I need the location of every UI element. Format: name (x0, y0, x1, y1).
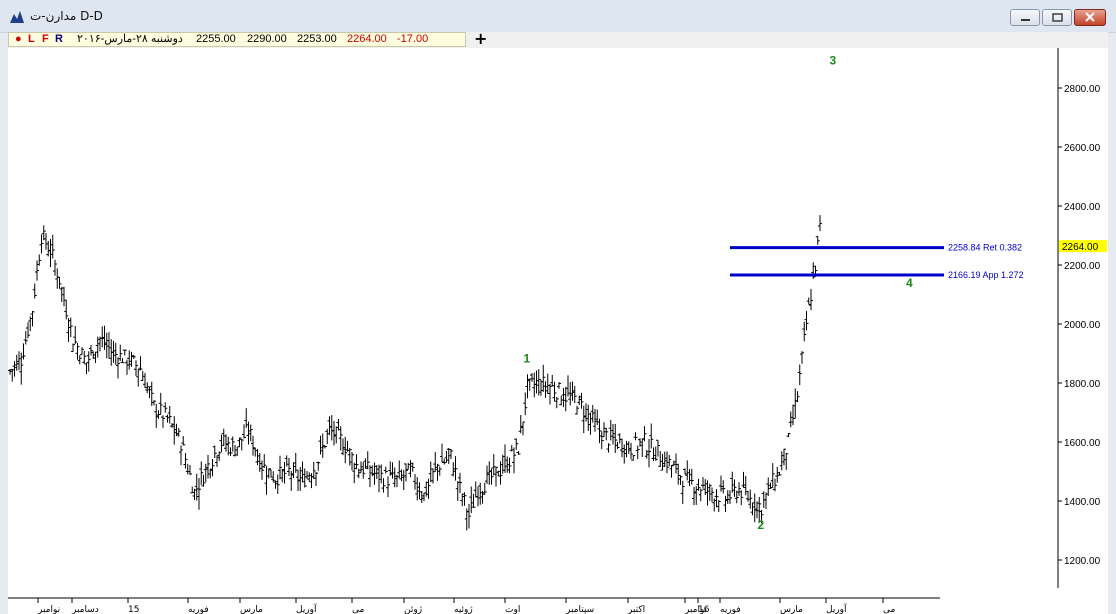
close-icon (1085, 12, 1095, 22)
maximize-button[interactable] (1042, 9, 1072, 26)
last-price-label: 2264.00 (1062, 242, 1099, 253)
chart-area[interactable]: 1200.00 1400.00 1600.00 1800.00 2000.00 2200.… (8, 48, 1108, 614)
quote-open: 2255.00 (196, 33, 236, 45)
wave-label: 2 (758, 518, 765, 532)
x-tick-label: 15 (128, 605, 139, 614)
title-bar[interactable]: مدارن-ت D-D (0, 0, 1116, 33)
x-tick-label: فوریه (720, 605, 741, 614)
x-tick-label: اوت (505, 605, 520, 614)
retracement-level-label: 2258.84 Ret 0.382 (948, 243, 1022, 253)
y-tick-label: 1600.00 (1064, 438, 1101, 449)
add-indicator-button[interactable]: + (474, 30, 487, 48)
x-tick-label: آوریل (826, 603, 847, 614)
app-logo-icon (10, 11, 24, 23)
x-tick-label: مارس (240, 605, 263, 614)
application-window: مدارن-ت D-D ● L F R دوشنبه ۲۸-مارس-۲۰۱۶ … (0, 0, 1116, 614)
quote-date: دوشنبه ۲۸-مارس-۲۰۱۶ (77, 33, 183, 45)
x-tick-label: 16 (698, 605, 710, 614)
quote-high: 2290.00 (247, 33, 287, 45)
marker-f-button[interactable]: F (42, 33, 49, 46)
minimize-button[interactable] (1010, 9, 1040, 26)
live-indicator-icon: ● (15, 33, 22, 45)
window-title: مدارن-ت D-D (30, 9, 103, 23)
quote-change: -17.00 (397, 33, 429, 45)
wave-label: 1 (524, 351, 531, 365)
y-tick-label: 2800.00 (1064, 84, 1101, 95)
restore-icon (1052, 13, 1063, 22)
close-button[interactable] (1074, 9, 1106, 26)
x-tick-label: مارس (780, 605, 803, 614)
appreciation-level-label: 2166.19 App 1.272 (948, 270, 1024, 280)
x-tick-label: اکتبر (627, 605, 645, 614)
price-chart[interactable]: 1200.00 1400.00 1600.00 1800.00 2000.00 2200.… (8, 48, 1108, 614)
x-tick-label: می (883, 605, 896, 614)
y-tick-label: 1200.00 (1064, 556, 1101, 567)
y-tick-label: 1800.00 (1064, 379, 1101, 390)
quote-toolbar: ● L F R دوشنبه ۲۸-مارس-۲۰۱۶ 2255.00 2290… (8, 30, 1108, 49)
y-tick-label: 2200.00 (1064, 261, 1101, 272)
x-tick-label: سپتامبر (565, 605, 594, 614)
x-tick-label: نوامبر (37, 605, 60, 614)
marker-l-button[interactable]: L (28, 33, 35, 46)
quote-bar: ● L F R دوشنبه ۲۸-مارس-۲۰۱۶ 2255.00 2290… (8, 32, 466, 47)
x-tick-label: فوریه (188, 605, 209, 614)
x-tick-label: ژوئیه (454, 605, 473, 614)
x-tick-label: ژوئن (404, 605, 422, 614)
wave-label: 3 (830, 53, 837, 67)
quote-low: 2253.00 (297, 33, 337, 45)
y-tick-label: 2000.00 (1064, 320, 1101, 331)
y-tick-label: 2600.00 (1064, 143, 1101, 154)
wave-label: 4 (906, 276, 913, 290)
y-tick-label: 2400.00 (1064, 202, 1101, 213)
marker-r-button[interactable]: R (55, 33, 63, 46)
y-tick-label: 1400.00 (1064, 497, 1101, 508)
minimize-icon (1021, 19, 1030, 21)
quote-close: 2264.00 (347, 33, 387, 45)
x-tick-label: دسامبر (71, 605, 99, 614)
x-tick-label: آوریل (296, 603, 317, 614)
x-tick-label: می (352, 605, 365, 614)
